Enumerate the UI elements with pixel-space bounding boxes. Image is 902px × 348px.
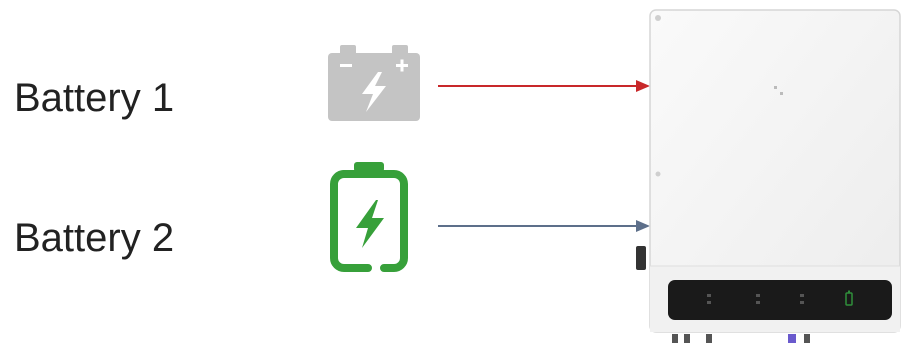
battery-charging-icon [330, 158, 410, 289]
battery-1-arrow [436, 76, 652, 101]
battery-2-label: Battery 2 [14, 216, 175, 260]
battery-1-label: Battery 1 [14, 76, 175, 120]
battery-2-arrow [436, 216, 652, 241]
battery-inactive-icon [326, 42, 422, 129]
inverter-icon [622, 0, 902, 348]
